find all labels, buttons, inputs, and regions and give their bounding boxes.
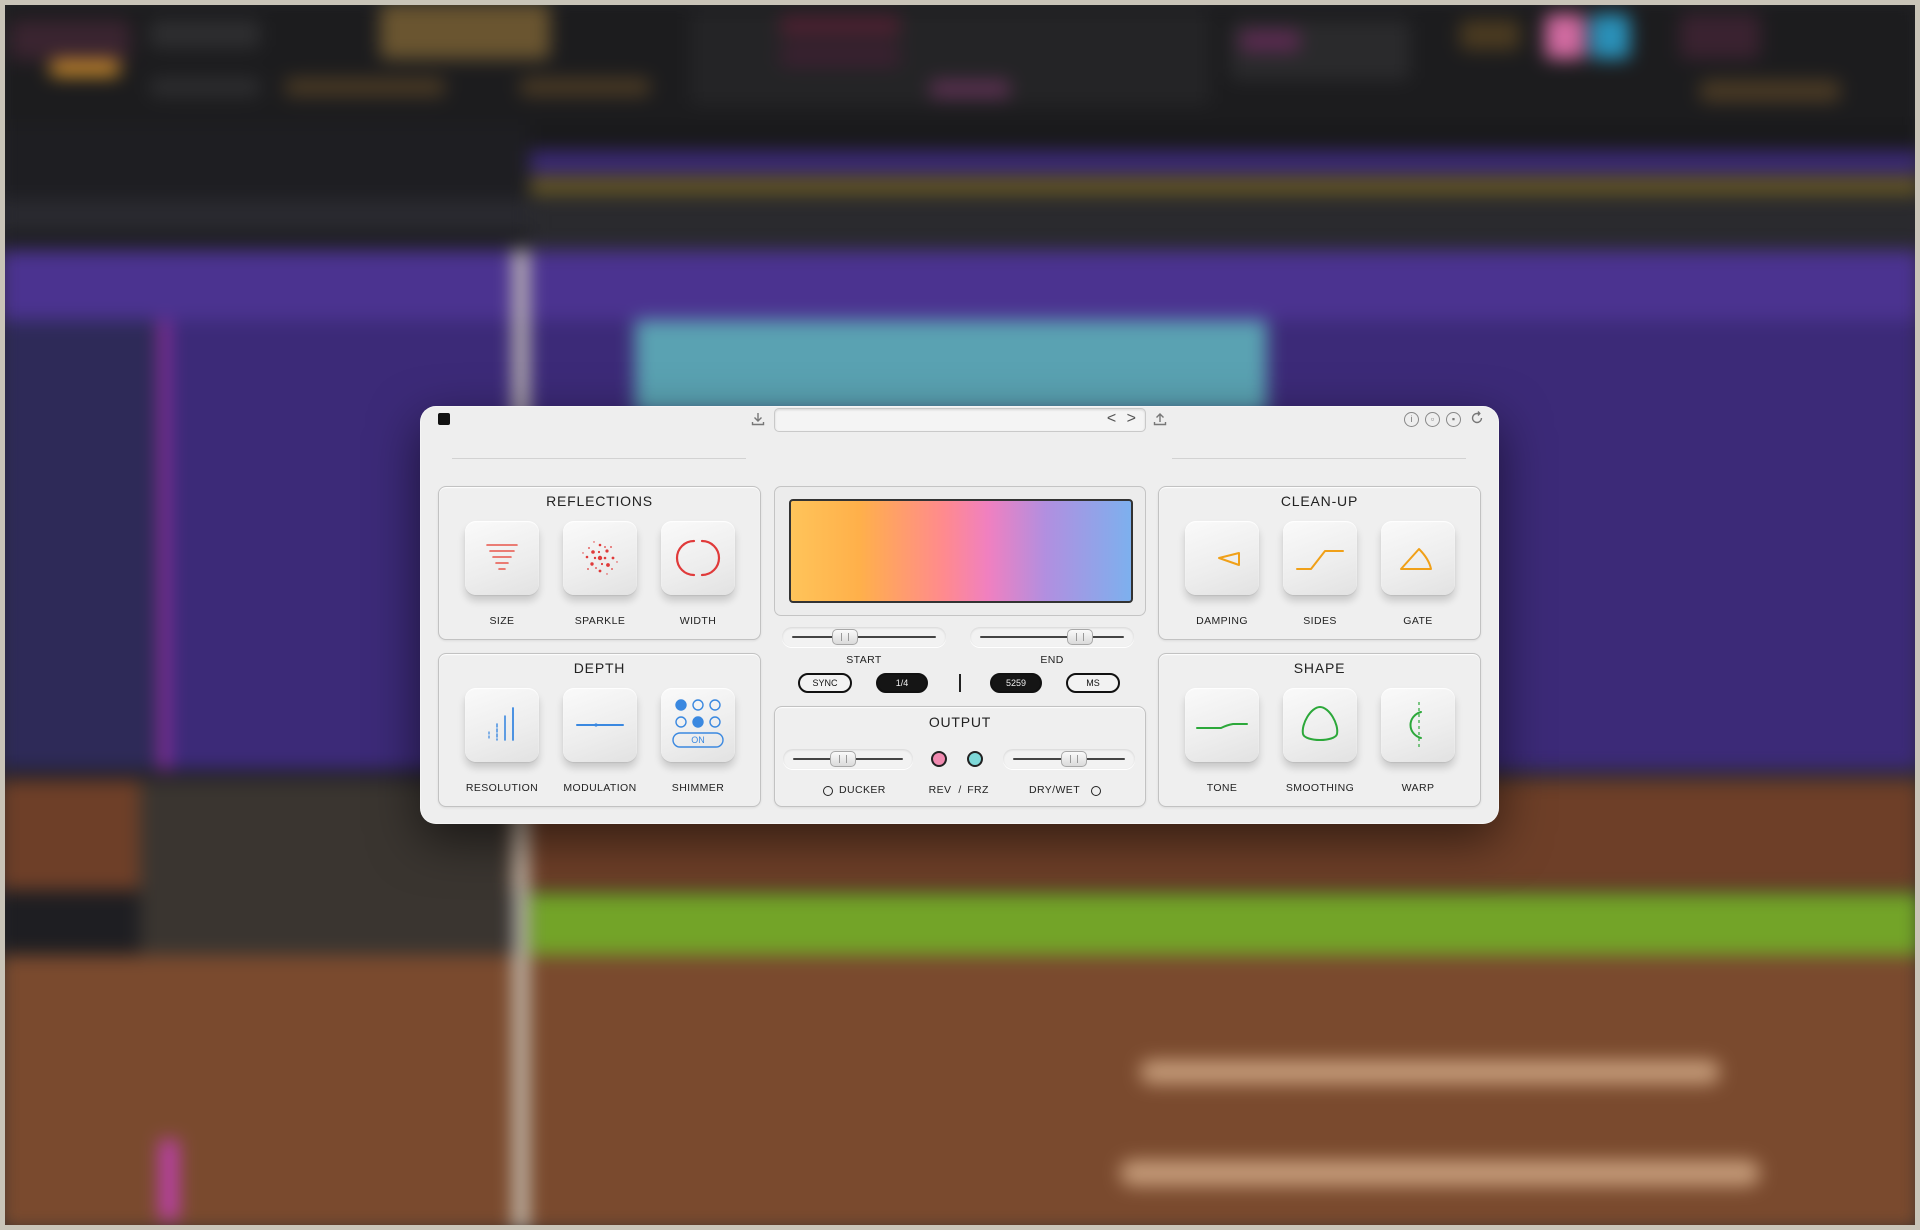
gradient-screen <box>789 499 1133 603</box>
tone-knob[interactable] <box>1185 688 1259 762</box>
cleanup-panel: CLEAN-UP DAMPING SIDES GATE <box>1158 486 1481 640</box>
width-label: WIDTH <box>679 615 717 627</box>
preset-nav-arrows[interactable]: < > <box>1107 410 1139 428</box>
frz-label: FRZ <box>967 784 989 796</box>
smoothing-knob[interactable] <box>1283 688 1357 762</box>
drywet-slider[interactable] <box>1003 749 1135 769</box>
resolution-icon <box>488 707 514 741</box>
shimmer-on-badge: ON <box>691 735 705 745</box>
rev-toggle[interactable] <box>931 751 947 767</box>
stop-icon[interactable] <box>438 413 450 425</box>
output-title: OUTPUT <box>928 714 992 730</box>
plugin-header: < > i ▫ ▪ <box>420 406 1499 434</box>
reverb-plugin-window: < > i ▫ ▪ REFLECTIONS SIZE SPARKLE WIDTH… <box>420 406 1499 824</box>
header-divider-right <box>1172 458 1466 459</box>
sparkle-knob[interactable] <box>563 521 637 595</box>
drywet-indicator[interactable] <box>1091 786 1101 796</box>
start-slider-thumb[interactable] <box>832 629 859 645</box>
modulation-icon <box>576 723 624 727</box>
sides-icon <box>1296 550 1344 570</box>
depth-title: DEPTH <box>573 660 626 676</box>
gate-icon <box>1400 548 1432 570</box>
reflections-title: REFLECTIONS <box>546 493 653 509</box>
output-panel: OUTPUT DUCKER REV / FRZ DRY/WET <box>774 706 1146 807</box>
tone-label: TONE <box>1206 782 1238 794</box>
smoothing-label: SMOOTHING <box>1285 782 1355 794</box>
shimmer-label: SHIMMER <box>671 782 725 794</box>
sparkle-icon <box>582 541 618 575</box>
damping-label: DAMPING <box>1196 615 1248 627</box>
sides-label: SIDES <box>1303 615 1337 627</box>
warp-icon <box>1409 702 1422 748</box>
gate-label: GATE <box>1403 615 1433 627</box>
reflections-panel: REFLECTIONS SIZE SPARKLE WIDTH <box>438 486 761 640</box>
size-label: SIZE <box>489 615 515 627</box>
cleanup-title: CLEAN-UP <box>1280 493 1359 509</box>
size-knob[interactable] <box>465 521 539 595</box>
modulation-label: MODULATION <box>563 782 637 794</box>
header-divider-left <box>452 458 746 459</box>
frz-toggle[interactable] <box>967 751 983 767</box>
sides-knob[interactable] <box>1283 521 1357 595</box>
tone-icon <box>1196 723 1248 729</box>
sparkle-label: SPARKLE <box>574 615 626 627</box>
ducker-indicator[interactable] <box>823 786 833 796</box>
upload-icon[interactable] <box>1152 411 1168 430</box>
ms-button[interactable]: MS <box>1066 673 1120 693</box>
division-button[interactable]: 1/4 <box>876 673 928 693</box>
resolution-knob[interactable] <box>465 688 539 762</box>
size-icon <box>486 544 518 570</box>
width-knob[interactable] <box>661 521 735 595</box>
ducker-slider[interactable] <box>783 749 913 769</box>
timeline-ruler <box>530 125 1920 151</box>
warp-knob[interactable] <box>1381 688 1455 762</box>
reset-icon[interactable] <box>1469 410 1485 429</box>
ducker-label: DUCKER <box>839 784 886 796</box>
gate-knob[interactable] <box>1381 521 1455 595</box>
damping-icon <box>1218 552 1240 566</box>
warp-label: WARP <box>1401 782 1435 794</box>
info-icon[interactable]: i <box>1404 412 1419 427</box>
download-icon[interactable] <box>750 411 766 430</box>
preset-selector[interactable]: < > <box>774 408 1146 432</box>
damping-knob[interactable] <box>1185 521 1259 595</box>
drywet-slider-thumb[interactable] <box>1060 751 1087 767</box>
resolution-label: RESOLUTION <box>465 782 539 794</box>
spectrum-display <box>774 486 1146 616</box>
end-label: END <box>1040 654 1064 666</box>
shimmer-knob[interactable]: ON <box>661 688 735 762</box>
save-icon[interactable]: ▪ <box>1446 412 1461 427</box>
ducker-slider-thumb[interactable] <box>830 751 857 767</box>
end-slider[interactable] <box>970 627 1134 647</box>
drywet-label: DRY/WET <box>1029 784 1081 796</box>
ms-value-display[interactable]: 5259 <box>990 673 1042 693</box>
modulation-knob[interactable] <box>563 688 637 762</box>
start-slider[interactable] <box>782 627 946 647</box>
shape-panel: SHAPE TONE SMOOTHING WARP <box>1158 653 1481 807</box>
daw-toolbar <box>0 0 1920 125</box>
sync-button[interactable]: SYNC <box>798 673 852 693</box>
shimmer-icon <box>672 699 724 748</box>
copy-icon[interactable]: ▫ <box>1425 412 1440 427</box>
width-icon <box>675 539 721 577</box>
smoothing-icon <box>1301 705 1339 741</box>
depth-panel: DEPTH RESOLUTION MODULATION ON SHIMMER <box>438 653 761 807</box>
shape-title: SHAPE <box>1293 660 1346 676</box>
rev-label: REV <box>928 784 952 796</box>
end-slider-thumb[interactable] <box>1066 629 1093 645</box>
sync-divider <box>959 674 961 692</box>
start-label: START <box>846 654 882 666</box>
